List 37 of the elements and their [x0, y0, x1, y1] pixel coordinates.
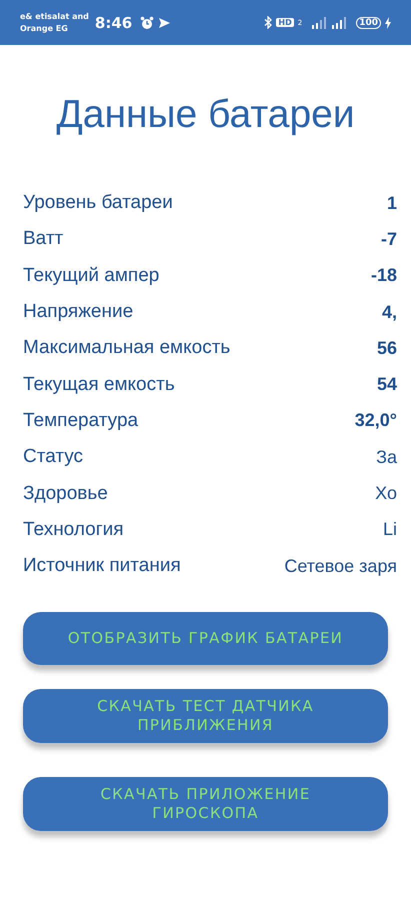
field-value: -18 — [370, 265, 397, 286]
hd-badge: HD — [276, 18, 294, 27]
field-label: Напряжение — [23, 301, 134, 324]
field-label: Температура — [23, 410, 138, 432]
action-button[interactable]: СКАЧАТЬ ТЕСТ ДАТЧИКА ПРИБЛИЖЕНИЯ — [23, 689, 388, 744]
send-icon — [158, 16, 172, 28]
field-label: Ватт — [23, 228, 64, 250]
field-label: Статус — [23, 446, 84, 468]
field-value: За — [376, 446, 397, 468]
clock-time: 8:46 — [94, 14, 132, 32]
bluetooth-icon — [264, 16, 272, 29]
field-label: Технология — [23, 518, 124, 541]
signal-icon — [312, 16, 328, 28]
battery-level: 100 — [356, 16, 381, 28]
field-value: Сетевое заря — [284, 556, 397, 577]
field-value: 32,0° — [354, 410, 397, 432]
field-label: Уровень батареи — [23, 192, 173, 214]
field-label: Источник питания — [23, 555, 181, 578]
action-button[interactable]: СКАЧАТЬ ПРИЛОЖЕНИЕ ГИРОСКОПА — [23, 777, 388, 832]
field-label: Здоровье — [23, 482, 108, 505]
field-value: Li — [382, 519, 397, 540]
field-label: Текущий ампер — [23, 264, 160, 287]
signal-icon — [332, 16, 348, 28]
field-label: Текущая емкость — [23, 374, 175, 396]
field-value: 4, — [382, 302, 397, 323]
field-value: 56 — [376, 338, 397, 359]
carrier-name: Orange EG — [20, 22, 69, 34]
alarm-clock-icon — [140, 16, 154, 30]
field-label: Максимальная емкость — [23, 337, 230, 360]
page-title: Данные батареи — [55, 93, 356, 137]
charging-bolt-icon — [385, 16, 391, 28]
field-value: -7 — [380, 228, 397, 250]
carrier-name: e& etisalat and — [20, 10, 89, 22]
field-value: 54 — [376, 374, 397, 396]
field-value: 1 — [386, 192, 397, 214]
field-value: Хо — [375, 483, 397, 504]
action-button[interactable]: ОТОБРАЗИТЬ ГРАФИК БАТАРЕИ — [23, 612, 388, 666]
